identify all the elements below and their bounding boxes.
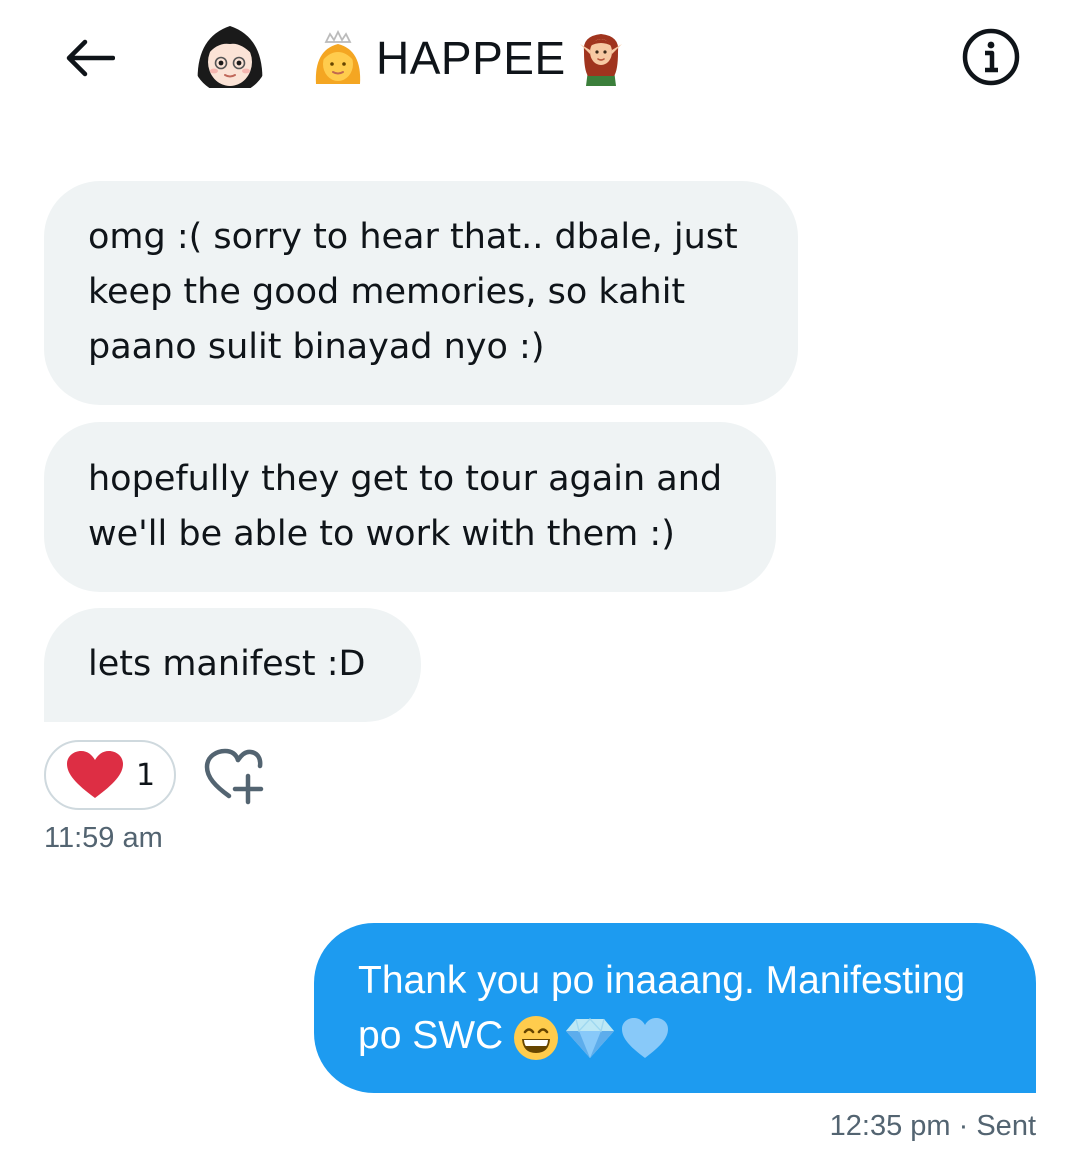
message-timestamp: 11:59 am: [44, 822, 163, 854]
message-bubble-sent[interactable]: Thank you po inaaang. Manifesting po SWC: [314, 923, 1036, 1093]
message-text: omg :( sorry to hear that.. dbale, just: [88, 217, 738, 257]
blue-heart-emoji: [622, 1017, 669, 1058]
message-text: po SWC: [358, 1014, 504, 1057]
message-text: paano sulit binayad nyo :): [88, 327, 545, 367]
info-button[interactable]: [960, 26, 1022, 88]
gem-emoji: [566, 1017, 615, 1058]
reaction-count: 1: [136, 757, 156, 793]
conversation-title-text: HAPPEE: [376, 32, 566, 84]
elf-emoji: [579, 34, 622, 86]
avatar[interactable]: [192, 18, 268, 94]
conversation-title[interactable]: HAPPEE: [312, 26, 624, 90]
heart-reaction-button[interactable]: 1: [44, 740, 176, 810]
heart-plus-icon: [204, 748, 264, 805]
back-button[interactable]: [58, 30, 120, 86]
message-text: Thank you po inaaang. Manifesting: [358, 959, 966, 1002]
message-bubble-received[interactable]: lets manifest :D: [44, 608, 421, 722]
info-icon: [962, 28, 1020, 86]
grinning-face-emoji: [514, 1015, 559, 1060]
heart-icon: [67, 751, 123, 798]
message-text: lets manifest :D: [88, 644, 366, 684]
message-bubble-received[interactable]: hopefully they get to tour again and we'…: [44, 422, 776, 592]
person-with-crown-emoji: [315, 30, 361, 84]
arrow-left-icon: [66, 39, 115, 77]
conversation-header: HAPPEE: [0, 0, 1074, 120]
message-bubble-received[interactable]: omg :( sorry to hear that.. dbale, just …: [44, 181, 798, 405]
message-text: hopefully they get to tour again and: [88, 459, 723, 499]
message-text: we'll be able to work with them :): [88, 514, 675, 554]
message-text: keep the good memories, so kahit: [88, 272, 686, 312]
message-timestamp-sent: 12:35 pm · Sent: [829, 1110, 1036, 1142]
add-reaction-button[interactable]: [198, 748, 264, 808]
